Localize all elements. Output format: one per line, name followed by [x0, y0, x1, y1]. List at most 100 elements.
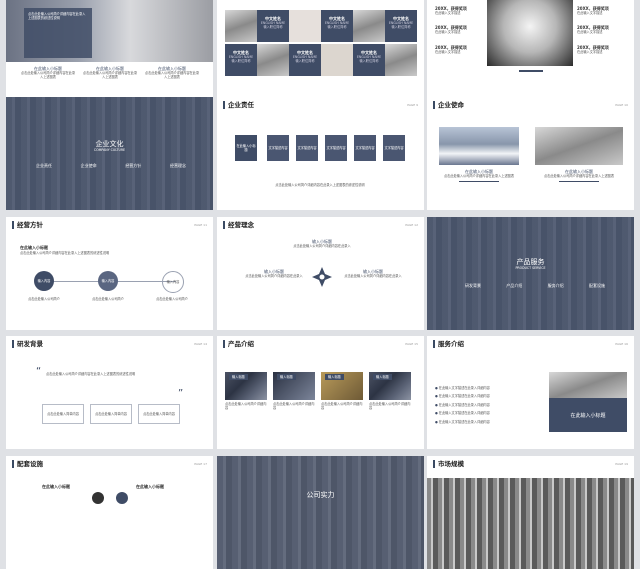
facility-item-1: 在此输入小标题	[42, 484, 70, 489]
service-box: 在此输入小标题	[549, 398, 627, 432]
section-menu: 研发背景 产品介绍 服务介绍 配套设施	[465, 283, 605, 288]
slide-mission[interactable]: 企业使命 PAGE 10 在此输入小标题 点击此处输入公司简介详细内容在此录入上…	[427, 97, 634, 210]
portrait-3	[353, 10, 385, 42]
award-text: 在此输入文字描述	[577, 11, 603, 15]
product-card-3: 输入标题 点击此处输入公司简介详细内容	[321, 372, 363, 411]
product-photo: 输入标题	[273, 372, 315, 400]
item-text: 点击此处输入公司简介详细内容在此录入上述图表	[20, 71, 76, 80]
award-text: 在此输入文字描述	[435, 30, 461, 35]
photo-trophies	[487, 0, 573, 66]
box-text: 点击此处输入简单内容	[95, 412, 127, 416]
slide-facilities[interactable]: 配套设施 PAGE 17 在此输入小标题 在此输入小标题	[6, 456, 213, 569]
product-text: 点击此处输入公司简介详细内容	[321, 402, 363, 411]
item-text: 点击此处输入公司简介详细内容在此录入上述图表	[144, 71, 200, 80]
page-number: PAGE 19	[615, 462, 628, 466]
box-label: 文字描述内容	[355, 145, 375, 150]
member-desc: 输入职位简称	[295, 59, 315, 64]
research-box-3: 点击此处输入简单内容	[138, 404, 180, 424]
policy-caption-2: 点击此处输入公司简介	[92, 297, 124, 301]
policy-caption-1: 点击此处输入公司简介	[28, 297, 60, 301]
slide-responsibility[interactable]: 企业责任 PAGE 9 在此输入小标题 文字描述内容 文字描述内容 文字描述内容…	[217, 97, 424, 210]
slide-title: 经营方针	[12, 221, 43, 229]
menu-item[interactable]: 服务介绍	[548, 283, 564, 288]
name-card-4: 中文姓名 ENGLISH NAME 输入职位简称	[225, 44, 257, 76]
intro-body: 点击此处输入公司简介详细内容在此录入上述图表的综述性说明	[28, 12, 86, 21]
product-text: 点击此处输入公司简介详细内容	[273, 402, 315, 411]
intro-item-3: 在此输入小标题 点击此处输入公司简介详细内容在此录入上述图表	[144, 66, 200, 80]
phil-text: 点击此处输入公司简介详细内容在此录入	[293, 244, 351, 248]
research-box-1: 点击此处输入简单内容	[42, 404, 84, 424]
slide-title: 研发背景	[12, 340, 43, 348]
resp-box-4: 文字描述内容	[325, 135, 347, 161]
bg-buildings	[427, 217, 634, 330]
menu-item[interactable]: 配套设施	[589, 283, 605, 288]
box-label: 文字描述内容	[326, 145, 346, 150]
award-right-col: 20XX，获得奖项 在此输入文字描述 20XX，获得奖项 在此输入文字描述 20…	[577, 6, 629, 54]
portrait-1	[225, 10, 257, 42]
bullet-item: ● 在此输入文字描述在此录入详细内容	[435, 411, 490, 416]
page-number: PAGE 16	[615, 342, 628, 346]
slide-title: 经营理念	[223, 221, 254, 229]
slide-title: 产品介绍	[223, 340, 254, 348]
intro-item-1: 在此输入小标题 点击此处输入公司简介详细内容在此录入上述图表	[20, 66, 76, 80]
slide-title: 服务介绍	[433, 340, 464, 348]
photo-city	[427, 478, 634, 569]
menu-item[interactable]: 经营理念	[170, 163, 186, 168]
slide-policy[interactable]: 经营方针 PAGE 11 在此输入小标题 点击此处输入公司简介详细内容在此录入上…	[6, 217, 213, 330]
slide-title: 配套设施	[12, 460, 43, 468]
star-icon	[312, 267, 332, 287]
resp-foot: 点击此处输入公司简介详细内容在此录入上述图表的综述性说明	[275, 183, 365, 187]
member-desc: 输入职位简称	[231, 59, 251, 64]
resp-box-6: 文字描述内容	[383, 135, 405, 161]
slide-section-products[interactable]: 产品服务 PRODUCT SERVICE 研发背景 产品介绍 服务介绍 配套设施	[427, 217, 634, 330]
section-menu: 企业责任 企业使命 经营方针 经营理念	[36, 163, 186, 168]
award-text: 在此输入文字描述	[435, 49, 461, 54]
slide-market-size[interactable]: 市场规模 PAGE 19	[427, 456, 634, 569]
facility-circle-left	[92, 492, 104, 504]
service-box-label: 在此输入小标题	[570, 412, 606, 419]
product-card-1: 输入标题 点击此处输入公司简介详细内容	[225, 372, 267, 411]
portrait-5	[321, 44, 353, 76]
bullet-item: ● 在此输入文字描述在此录入详细内容	[435, 386, 490, 390]
product-text: 点击此处输入公司简介详细内容	[369, 402, 411, 411]
slide-product-intro[interactable]: 产品介绍 PAGE 15 输入标题 点击此处输入公司简介详细内容 输入标题 点击…	[217, 336, 424, 449]
menu-item[interactable]: 经营方针	[125, 163, 141, 168]
page-number: PAGE 9	[407, 103, 418, 107]
award-text: 在此输入文字描述	[577, 49, 603, 54]
policy-circle-3: 输入内容	[162, 271, 184, 293]
menu-item[interactable]: 企业责任	[36, 163, 52, 168]
item-text: 点击此处输入公司简介详细内容在此录入上述图表	[82, 71, 138, 80]
star-shape	[312, 267, 332, 287]
member-desc: 输入职位简称	[263, 25, 283, 30]
box-label: 文字描述内容	[297, 145, 317, 150]
section-subtitle: COMPANY CULTURE	[93, 148, 126, 152]
section-title: 公司实力	[306, 491, 335, 499]
box-label: 文字描述内容	[268, 145, 288, 150]
box-label: 文字描述内容	[384, 145, 404, 150]
slide-research[interactable]: 研发背景 PAGE 14 “ 点击此处输入公司简介详细内容在此录入上述图表的综述…	[6, 336, 213, 449]
menu-item[interactable]: 产品介绍	[506, 283, 522, 288]
name-card-1: 中文姓名 ENGLISH NAME 输入职位简称	[257, 10, 289, 42]
slide-company-strength[interactable]: 公司实力	[217, 456, 424, 569]
menu-item[interactable]: 企业使命	[81, 163, 97, 168]
menu-item[interactable]: 研发背景	[465, 283, 481, 288]
team-grid: 中文姓名 ENGLISH NAME 输入职位简称 中文姓名 ENGLISH NA…	[225, 10, 417, 76]
slide-service-intro[interactable]: 服务介绍 PAGE 16 ● 在此输入文字描述在此录入详细内容 ● 在此输入文字…	[427, 336, 634, 449]
product-card-2: 输入标题 点击此处输入公司简介详细内容	[273, 372, 315, 411]
quote-close-icon: ”	[178, 388, 184, 399]
item-divider	[559, 181, 599, 183]
name-card-3: 中文姓名 ENGLISH NAME 输入职位简称	[385, 10, 417, 42]
slide-title: 市场规模	[433, 460, 464, 468]
product-photo: 输入标题	[369, 372, 411, 400]
page-number: PAGE 10	[615, 103, 628, 107]
slide-title: 企业使命	[433, 101, 464, 109]
slide-section-culture[interactable]: 企业文化 COMPANY CULTURE 企业责任 企业使命 经营方针 经营理念	[6, 97, 213, 210]
slide-philosophy[interactable]: 经营理念 PAGE 12 输入小标题 点击此处输入公司简介详细内容在此录入 输入…	[217, 217, 424, 330]
award-text: 在此输入文字描述	[577, 30, 603, 35]
award-text: 在此输入文字描述	[435, 11, 461, 15]
circle-label: 输入内容	[101, 278, 115, 283]
photo-desk	[535, 127, 623, 165]
research-box-2: 点击此处输入简单内容	[90, 404, 132, 424]
name-card-6: 中文姓名 ENGLISH NAME 输入职位简称	[353, 44, 385, 76]
bullet-item: ● 在此输入文字描述在此录入详细内容	[435, 402, 490, 407]
